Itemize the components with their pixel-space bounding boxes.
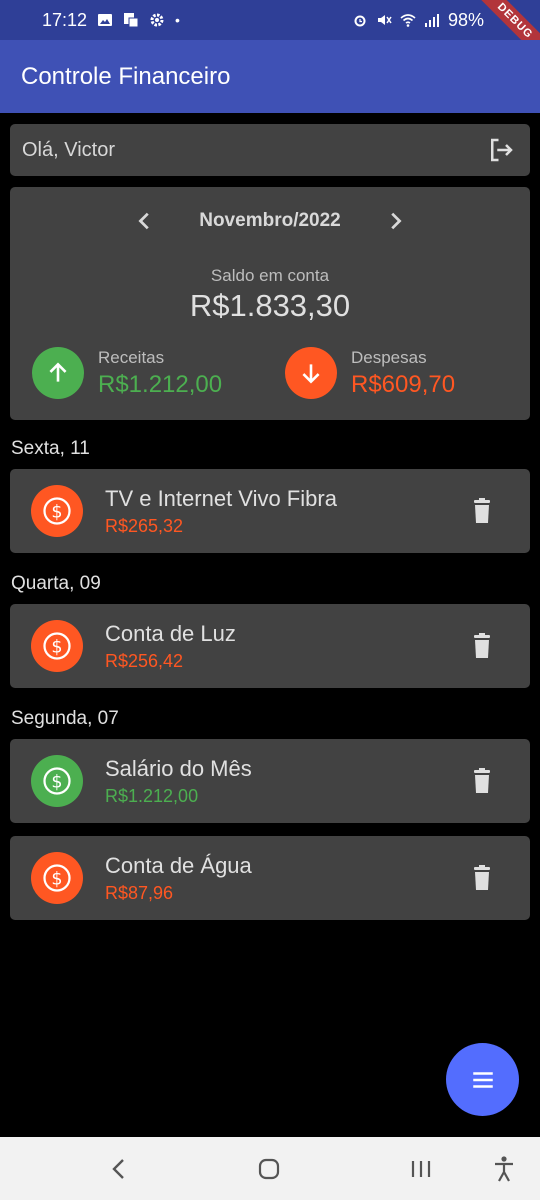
menu-fab-button[interactable]: [446, 1043, 519, 1116]
trash-icon: [474, 768, 490, 793]
greeting-card: Olá, Victor: [10, 124, 530, 176]
status-time: 17:12: [42, 9, 88, 30]
home-icon: [258, 1158, 280, 1180]
more-notifications-dot: •: [175, 12, 180, 28]
transaction-title: Salário do Mês: [105, 755, 252, 781]
dollar-coin-icon: $: [43, 767, 71, 795]
svg-text:$: $: [51, 772, 62, 792]
notification-app-icon: [124, 13, 139, 28]
chevron-right-icon: [391, 212, 402, 230]
greeting-text: Olá, Victor: [22, 138, 115, 161]
alarm-icon: [354, 15, 366, 27]
transaction-title: TV e Internet Vivo Fibra: [105, 485, 337, 511]
chevron-left-icon: [138, 212, 149, 230]
income-value: R$1.212,00: [98, 370, 223, 398]
svg-text:$: $: [51, 637, 62, 657]
delete-transaction-button[interactable]: [464, 628, 500, 664]
battery-percentage: 98%: [447, 9, 484, 30]
recents-icon: [411, 1161, 431, 1177]
arrow-down-icon: [302, 364, 320, 384]
trash-icon: [474, 498, 490, 523]
transaction-amount: R$265,32: [105, 515, 184, 536]
accessibility-icon: [495, 1156, 513, 1182]
dollar-coin-icon: $: [43, 632, 71, 660]
nav-home-button[interactable]: [251, 1151, 287, 1187]
balance-value: R$1.833,30: [189, 288, 351, 323]
transaction-amount: R$1.212,00: [105, 785, 199, 806]
day-header: Quarta, 09: [11, 573, 101, 594]
transaction-title: Conta de Água: [105, 852, 252, 878]
wifi-icon: [400, 14, 416, 27]
expense-value: R$609,70: [351, 370, 456, 398]
mute-icon: [377, 15, 392, 25]
month-selector: Novembro/2022: [10, 201, 530, 241]
transaction-badge: $: [31, 852, 83, 904]
logout-button[interactable]: [484, 133, 518, 167]
transaction-badge: $: [31, 620, 83, 672]
trash-icon: [474, 633, 490, 658]
income-label: Receitas: [98, 347, 165, 367]
transaction-badge: $: [31, 485, 83, 537]
main-content: Olá, Victor Novembro/2022 Saldo em conta…: [0, 113, 540, 1137]
next-month-button[interactable]: [375, 201, 415, 241]
arrow-up-icon: [49, 362, 67, 382]
dollar-coin-icon: $: [43, 497, 71, 525]
transaction-item[interactable]: $ Conta de Luz R$256,42: [10, 604, 530, 688]
current-month: Novembro/2022: [199, 210, 341, 231]
previous-month-button[interactable]: [125, 201, 165, 241]
income-summary: Receitas R$1.212,00: [32, 345, 222, 401]
income-badge: [32, 347, 84, 399]
expense-badge: [285, 347, 337, 399]
signal-icon: [424, 14, 439, 27]
settings-icon: [150, 13, 164, 27]
day-header: Sexta, 11: [11, 438, 90, 459]
nav-recents-button[interactable]: [403, 1151, 439, 1187]
app-title: Controle Financeiro: [21, 62, 231, 90]
trash-icon: [474, 865, 490, 890]
gallery-icon: [98, 14, 113, 26]
transaction-item[interactable]: $ TV e Internet Vivo Fibra R$265,32: [10, 469, 530, 553]
status-bar: 17:12 • 98% DEBUG: [0, 0, 540, 67]
back-icon: [112, 1159, 124, 1179]
logout-icon: [491, 138, 513, 162]
transaction-amount: R$256,42: [105, 650, 184, 671]
transaction-item[interactable]: $ Conta de Água R$87,96: [10, 836, 530, 920]
system-nav-bar: [0, 1137, 540, 1200]
delete-transaction-button[interactable]: [464, 860, 500, 896]
app-bar: Controle Financeiro: [0, 40, 540, 113]
transaction-title: Conta de Luz: [105, 620, 236, 646]
svg-text:$: $: [51, 869, 62, 889]
delete-transaction-button[interactable]: [464, 763, 500, 799]
nav-accessibility-button[interactable]: [486, 1151, 522, 1187]
transaction-badge: $: [31, 755, 83, 807]
delete-transaction-button[interactable]: [464, 493, 500, 529]
menu-icon: [472, 1071, 493, 1088]
transaction-item[interactable]: $ Salário do Mês R$1.212,00: [10, 739, 530, 823]
nav-back-button[interactable]: [101, 1151, 137, 1187]
expense-summary: Despesas R$609,70: [285, 345, 455, 401]
svg-text:$: $: [51, 502, 62, 522]
day-header: Segunda, 07: [11, 708, 119, 729]
balance-label: Saldo em conta: [210, 266, 330, 285]
summary-card: Novembro/2022 Saldo em conta R$1.833,30 …: [10, 187, 530, 420]
transaction-amount: R$87,96: [105, 882, 174, 903]
dollar-coin-icon: $: [43, 864, 71, 892]
expense-label: Despesas: [351, 347, 427, 367]
